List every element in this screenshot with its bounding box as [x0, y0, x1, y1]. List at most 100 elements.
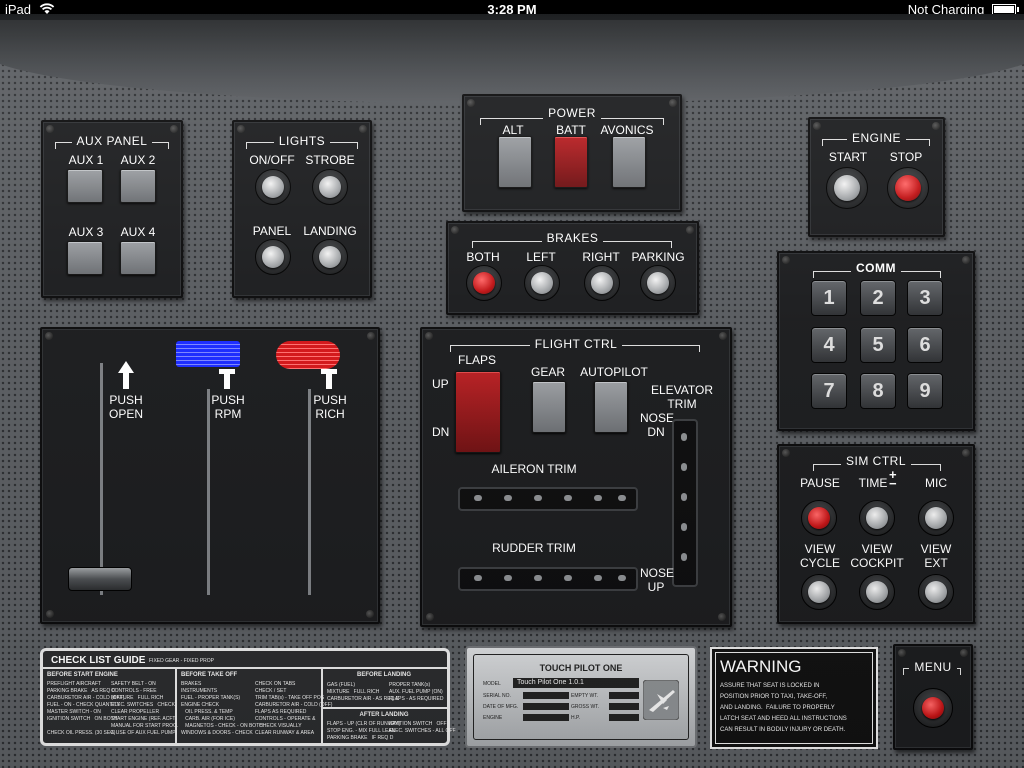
lights-landing-button[interactable] [312, 239, 348, 275]
view-cycle-button[interactable] [801, 574, 837, 610]
lights-onoff-button[interactable] [255, 169, 291, 205]
aux-panel-title: AUX PANEL [71, 134, 153, 148]
menu-panel: MENU [893, 644, 973, 750]
prop-lever-handle[interactable] [176, 341, 240, 367]
brakes-left-button[interactable] [524, 265, 560, 301]
aux-4-label: AUX 4 [120, 225, 156, 239]
comm-key-3[interactable]: 3 [907, 280, 943, 316]
avonics-switch[interactable] [612, 136, 646, 188]
text-line: FUEL - ON - CHECK QUANTITY [47, 702, 121, 708]
mixture-lever-handle[interactable] [276, 341, 340, 369]
text-line: FLAPS - AS REQUIRED [389, 696, 444, 702]
comm-key-4[interactable]: 4 [811, 327, 847, 363]
engine-title: ENGINE [846, 131, 906, 145]
text-line: ELEC. SWITCHES CHECK [111, 702, 175, 708]
text-line: CARBURETOR AIR - AS REQ D [327, 696, 400, 702]
date-label: DATE OF MFG. [483, 704, 519, 710]
prop-lever-label-line2: RPM [214, 407, 242, 421]
flaps-label: FLAPS [457, 353, 496, 367]
text-line: CLEAR RUNWAY & AREA [255, 730, 315, 736]
brakes-left-label: LEFT [526, 250, 556, 264]
engine-start-button[interactable] [826, 167, 868, 209]
comm-key-1[interactable]: 1 [811, 280, 847, 316]
lights-panel: LIGHTS ON/OFF STROBE PANEL LANDING [232, 120, 372, 298]
throttle-lever-label-line1: PUSH [109, 393, 143, 407]
text-line: LATCH SEAT AND HEED ALL INSTRUCTIONS [720, 716, 847, 722]
view-cockpit-button[interactable] [859, 574, 895, 610]
text-line: STOP ENG. - MIX FULL LEAN [327, 728, 396, 734]
nose-dn-label-2: DN [647, 425, 665, 439]
aux-2-label: AUX 2 [120, 153, 156, 167]
flight-ctrl-title: FLIGHT CTRL [529, 337, 623, 351]
engine-label: ENGINE [483, 715, 503, 721]
aux-4-button[interactable] [120, 241, 156, 275]
aux-1-button[interactable] [67, 169, 103, 203]
pause-button[interactable] [801, 500, 837, 536]
lights-strobe-button[interactable] [312, 169, 348, 205]
push-rpm-arrow-icon [219, 369, 235, 389]
power-panel: POWER ALT BATT AVONICS [462, 94, 682, 212]
elevator-trim-wheel[interactable] [672, 419, 698, 587]
view-ext-label-2: EXT [924, 556, 948, 570]
after-landing-col2: IGNITION SWITCH OFF ELEC. SWITCHES - ALL … [389, 721, 456, 735]
time-plus-minus: + − [889, 467, 897, 491]
time-button[interactable] [859, 500, 895, 536]
alt-switch[interactable] [498, 136, 532, 188]
engine-start-label: START [828, 150, 868, 164]
gear-switch[interactable] [532, 381, 566, 433]
brakes-parking-button[interactable] [640, 265, 676, 301]
text-line: CONTROLS - OPERATE & [255, 716, 316, 722]
mic-button[interactable] [918, 500, 954, 536]
before-landing-col1: GAS (FUEL) MIXTURE FULL RICH CARBURETOR AI… [327, 682, 400, 703]
view-ext-label-1: VIEW [920, 542, 952, 556]
text-line: GAS (FUEL) [327, 682, 356, 688]
brakes-right-button[interactable] [584, 265, 620, 301]
comm-key-5[interactable]: 5 [860, 327, 896, 363]
power-avonics-label: AVONICS [600, 123, 654, 137]
lights-panel-button[interactable] [255, 239, 291, 275]
autopilot-switch[interactable] [594, 381, 628, 433]
brakes-both-button[interactable] [466, 265, 502, 301]
sim-ctrl-panel: SIM CTRL PAUSE TIME + − MIC VIEW CYCLE VI… [777, 444, 975, 624]
text-line: OIL PRESS. & TEMP [181, 709, 233, 715]
brakes-both-label: BOTH [466, 250, 500, 264]
throttle-lever-handle[interactable] [68, 567, 132, 591]
flaps-lever[interactable] [455, 371, 501, 453]
model-value: Touch Pilot One 1.0.1 [513, 678, 639, 688]
throttle-quadrant: PUSH OPEN PUSH RPM PUSH RICH [40, 327, 380, 624]
text-line: MIXTURE FULL RICH [111, 695, 164, 701]
text-line: MANUAL FOR START PROC. [111, 723, 179, 729]
lights-strobe-label: STROBE [305, 153, 355, 167]
brakes-panel: BRAKES BOTH LEFT RIGHT PARKING [446, 221, 699, 315]
engine-panel: ENGINE START STOP [808, 117, 945, 237]
view-cycle-label-2: CYCLE [799, 556, 840, 570]
aux-3-button[interactable] [67, 241, 103, 275]
mixture-lever-label-line1: PUSH [313, 393, 347, 407]
before-takeoff-heading: BEFORE TAKE OFF [181, 672, 238, 678]
comm-key-9[interactable]: 9 [907, 373, 943, 409]
rudder-trim-wheel[interactable] [458, 567, 638, 591]
power-title: POWER [543, 106, 601, 120]
text-line: PARKING BRAKE AS REQ D [47, 688, 116, 694]
comm-key-7[interactable]: 7 [811, 373, 847, 409]
engine-stop-button[interactable] [887, 167, 929, 209]
elevator-trim-label-1: ELEVATOR [650, 383, 714, 397]
text-line: CARBURETOR AIR - COLD (OFF) [47, 695, 125, 701]
lights-landing-label: LANDING [303, 224, 357, 238]
rudder-trim-label: RUDDER TRIM [492, 541, 576, 555]
warning-text: ASSURE THAT SEAT IS LOCKED IN POSITION PR… [720, 681, 872, 736]
comm-key-8[interactable]: 8 [860, 373, 896, 409]
aileron-trim-wheel[interactable] [458, 487, 638, 511]
after-landing-heading: AFTER LANDING [359, 712, 409, 718]
brakes-right-label: RIGHT [582, 250, 620, 264]
text-line: AND LANDING. FAILURE TO PROPERLY [720, 705, 835, 711]
comm-key-6[interactable]: 6 [907, 327, 943, 363]
text-line: BRAKES [181, 681, 202, 687]
batt-switch[interactable] [554, 136, 588, 188]
aux-2-button[interactable] [120, 169, 156, 203]
view-ext-button[interactable] [918, 574, 954, 610]
mixture-lever-label-line2: RICH [315, 407, 345, 421]
aux-1-label: AUX 1 [68, 153, 104, 167]
comm-key-2[interactable]: 2 [860, 280, 896, 316]
menu-button[interactable] [913, 688, 953, 728]
